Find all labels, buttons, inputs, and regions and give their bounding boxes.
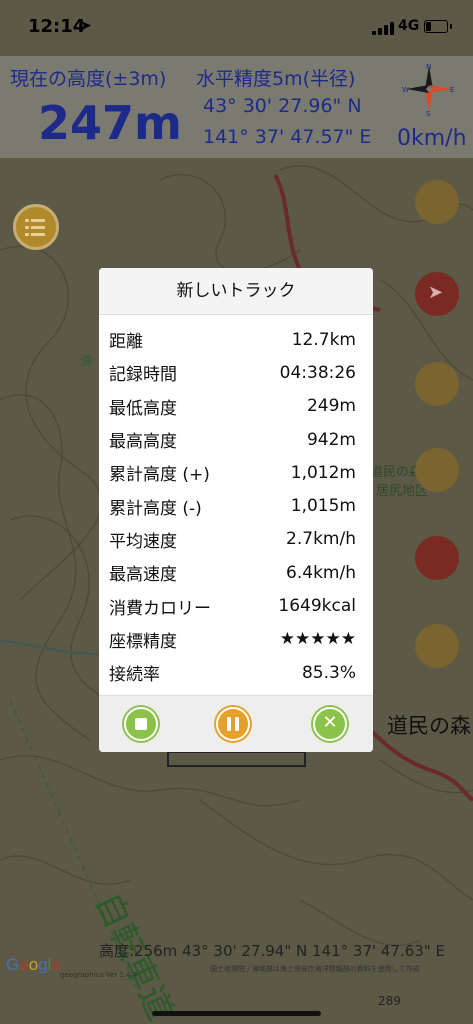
stat-row: 最低高度 249m [99, 390, 373, 423]
speed-value: 0km/h [397, 126, 467, 151]
signal-icon [372, 21, 394, 35]
stat-row: 平均速度 2.7km/h [99, 523, 373, 556]
stat-label: 最低高度 [109, 398, 177, 419]
pause-icon [226, 717, 240, 731]
battery-icon [424, 20, 452, 33]
altitude-label: 現在の高度(±3m) [10, 68, 167, 90]
stat-value: 1649kcal [278, 596, 356, 617]
stat-value: 12.7km [291, 329, 356, 350]
photo-button[interactable] [415, 448, 459, 492]
settings-button[interactable] [415, 624, 459, 668]
compass-w: W [402, 86, 409, 94]
stat-label: 累計高度 (+) [109, 465, 210, 486]
navigation-arrow-icon: ➤ [428, 282, 444, 303]
stat-value: ★★★★★ [279, 629, 356, 650]
stat-value: 249m [306, 396, 356, 417]
layer-button[interactable] [415, 180, 459, 224]
google-logo: Google [6, 955, 61, 974]
stat-label: 累計高度 (-) [109, 498, 202, 519]
navigate-button[interactable]: ➤ [415, 272, 459, 316]
map-label: 道民の森 [387, 714, 471, 738]
stat-row: 累計高度 (-) 1,015m [99, 489, 373, 522]
hike-button[interactable] [415, 536, 459, 580]
close-icon: ✕ [322, 712, 338, 733]
stat-row: 累計高度 (+) 1,012m [99, 456, 373, 489]
compass-s: S [426, 110, 431, 116]
stat-value: 942m [306, 429, 356, 450]
status-bar: 12:14 ➤ 4G [0, 0, 473, 56]
home-indicator[interactable] [152, 1011, 321, 1016]
stat-label: 接続率 [109, 665, 160, 686]
status-time: 12:14 [28, 16, 86, 37]
stat-row: 距離 12.7km [99, 323, 373, 356]
accuracy-label: 水平精度5m(半径) [196, 68, 356, 90]
dialog-title: 新しいトラック [99, 268, 373, 315]
stat-row: 最高高度 942m [99, 423, 373, 456]
bottom-coordinates: 高度:256m 43° 30' 27.94" N 141° 37' 47.63"… [99, 942, 445, 960]
close-button[interactable]: ✕ [311, 705, 349, 743]
stat-label: 消費カロリー [109, 598, 211, 619]
network-type: 4G [398, 18, 420, 34]
longitude-value: 141° 37' 47.57" E [203, 126, 372, 148]
stat-row: 接続率 85.3% [99, 656, 373, 689]
stat-row: 記録時間 04:38:26 [99, 356, 373, 389]
stat-value: 1,012m [290, 462, 356, 483]
compass-icon[interactable]: N S W E [402, 62, 456, 116]
latitude-value: 43° 30' 27.96" N [203, 95, 362, 117]
stat-value: 1,015m [290, 496, 356, 517]
stop-icon [135, 718, 147, 730]
stat-label: 最高速度 [109, 565, 177, 586]
app-version: geographica Ver 1.4.4 [60, 971, 138, 979]
altitude-value: 247m [38, 96, 182, 150]
scale-label: 289 [378, 994, 401, 1008]
stat-row: 消費カロリー 1649kcal [99, 589, 373, 622]
location-arrow-icon: ➤ [80, 18, 92, 34]
list-icon [25, 217, 47, 237]
stat-label: 最高高度 [109, 432, 177, 453]
menu-button[interactable] [13, 204, 59, 250]
track-stats-table: 距離 12.7km 記録時間 04:38:26 最低高度 249m 最高高度 942m … [99, 323, 373, 689]
dialog-actions: ✕ [99, 695, 373, 752]
stat-value: 85.3% [301, 662, 356, 683]
stat-value: 04:38:26 [279, 362, 356, 383]
compass-e: E [450, 86, 454, 94]
stat-row: 座標精度 ★★★★★ [99, 623, 373, 656]
stat-value: 2.7km/h [286, 529, 356, 550]
stat-row: 最高速度 6.4km/h [99, 556, 373, 589]
new-track-dialog: 新しいトラック 距離 12.7km 記録時間 04:38:26 最低高度 249m 最… [99, 268, 373, 752]
stat-label: 座標精度 [109, 631, 177, 652]
stat-value: 6.4km/h [286, 562, 356, 583]
stop-button[interactable] [122, 705, 160, 743]
stat-label: 記録時間 [109, 365, 177, 386]
compass-n: N [426, 63, 431, 71]
map-copyright: 国土地理院 / 海域部は海上保安庁海洋情報部の資料を使用して作成 [210, 965, 420, 973]
track-button[interactable] [415, 362, 459, 406]
pause-button[interactable] [214, 705, 252, 743]
stat-label: 距離 [109, 332, 143, 353]
stat-label: 平均速度 [109, 531, 177, 552]
map-label: 道 [80, 354, 93, 368]
